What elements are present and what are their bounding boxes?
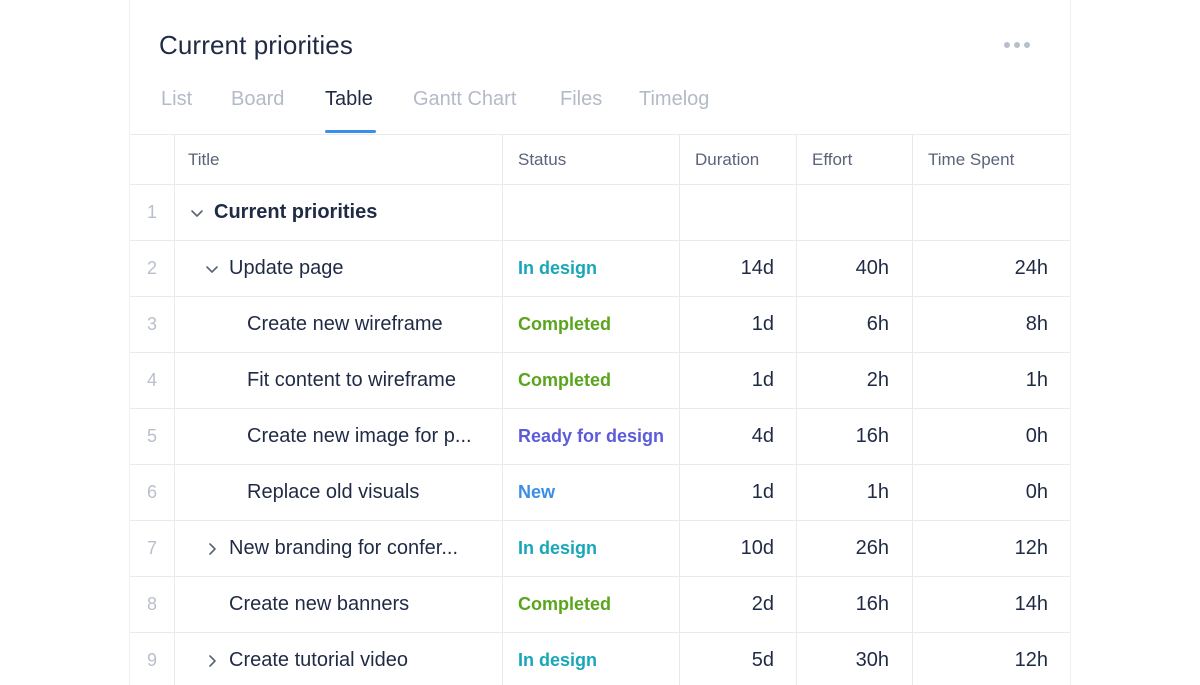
more-horizontal-icon [1024,42,1030,48]
time-spent-value[interactable] [913,185,1070,240]
column-header-time-spent[interactable]: Time Spent [913,135,1070,184]
status-badge[interactable]: In design [503,521,680,576]
more-horizontal-icon [1014,42,1020,48]
task-title-cell[interactable]: Create new banners [175,577,503,632]
task-title: Current priorities [214,201,378,223]
task-title-cell[interactable]: Update page [175,241,503,296]
column-header-duration[interactable]: Duration [680,135,797,184]
effort-value[interactable]: 1h [797,465,913,520]
status-badge[interactable] [503,185,680,240]
time-spent-value[interactable]: 14h [913,577,1070,632]
task-title-cell[interactable]: Create new image for p... [175,409,503,464]
column-header-effort[interactable]: Effort [797,135,913,184]
table-row[interactable]: 5 Create new image for p... Ready for desi… [130,409,1070,465]
tab-table[interactable]: Table [325,88,373,111]
page-title: Current priorities [159,30,353,60]
task-title: Fit content to wireframe [247,369,456,391]
effort-value[interactable]: 16h [797,409,913,464]
table-row[interactable]: 9 Create tutorial video In design 5d 30h 12h [130,633,1070,685]
more-horizontal-icon [1004,42,1010,48]
time-spent-value[interactable]: 1h [913,353,1070,408]
effort-value[interactable] [797,185,913,240]
duration-value[interactable]: 14d [680,241,797,296]
row-number: 6 [130,465,175,520]
duration-value[interactable]: 4d [680,409,797,464]
more-options-button[interactable] [1004,38,1030,52]
duration-value[interactable]: 1d [680,297,797,352]
chevron-down-icon[interactable] [203,260,221,278]
task-title-cell[interactable]: New branding for confer... [175,521,503,576]
effort-value[interactable]: 40h [797,241,913,296]
task-title-cell[interactable]: Fit content to wireframe [175,353,503,408]
task-title: Replace old visuals [247,481,420,503]
status-badge[interactable]: Ready for design [503,409,680,464]
effort-value[interactable]: 6h [797,297,913,352]
effort-value[interactable]: 16h [797,577,913,632]
table-header-row: Title Status Duration Effort Time Spent [130,135,1070,185]
column-header-title[interactable]: Title [175,135,503,184]
row-number: 8 [130,577,175,632]
table-row[interactable]: 4 Fit content to wireframe Completed 1d 2h 1h [130,353,1070,409]
time-spent-value[interactable]: 12h [913,633,1070,685]
task-title-cell[interactable]: Create tutorial video [175,633,503,685]
table-row[interactable]: 6 Replace old visuals New 1d 1h 0h [130,465,1070,521]
duration-value[interactable]: 2d [680,577,797,632]
active-tab-indicator [325,130,376,133]
task-title-cell[interactable]: Replace old visuals [175,465,503,520]
tab-gantt-chart[interactable]: Gantt Chart [413,88,516,111]
row-number: 4 [130,353,175,408]
table-row[interactable]: 7 New branding for confer... In design 10d 2… [130,521,1070,577]
row-number-header [130,135,175,184]
effort-value[interactable]: 26h [797,521,913,576]
row-number: 1 [130,185,175,240]
duration-value[interactable] [680,185,797,240]
task-title: New branding for confer... [229,537,459,559]
duration-value[interactable]: 10d [680,521,797,576]
status-badge[interactable]: Completed [503,353,680,408]
chevron-right-icon[interactable] [203,540,221,558]
time-spent-value[interactable]: 12h [913,521,1070,576]
table-row[interactable]: 2 Update page In design 14d 40h 24h [130,241,1070,297]
task-title: Create tutorial video [229,649,408,671]
view-tabs: List Board Table Gantt Chart Files Timel… [130,84,1070,134]
duration-value[interactable]: 1d [680,353,797,408]
task-title: Update page [229,257,344,279]
status-badge[interactable]: Completed [503,297,680,352]
table-row[interactable]: 3 Create new wireframe Completed 1d 6h 8h [130,297,1070,353]
chevron-right-icon[interactable] [203,652,221,670]
duration-value[interactable]: 5d [680,633,797,685]
task-table: Title Status Duration Effort Time Spent … [130,134,1070,685]
tab-board[interactable]: Board [231,88,284,111]
time-spent-value[interactable]: 0h [913,409,1070,464]
tab-timelog[interactable]: Timelog [639,88,709,111]
tab-files[interactable]: Files [560,88,602,111]
task-title: Create new banners [229,593,410,615]
time-spent-value[interactable]: 8h [913,297,1070,352]
time-spent-value[interactable]: 24h [913,241,1070,296]
task-title-cell[interactable]: Current priorities [175,185,503,240]
effort-value[interactable]: 30h [797,633,913,685]
table-row[interactable]: 1 Current priorities [130,185,1070,241]
task-title: Create new wireframe [247,313,443,335]
column-header-status[interactable]: Status [503,135,680,184]
row-number: 3 [130,297,175,352]
effort-value[interactable]: 2h [797,353,913,408]
status-badge[interactable]: Completed [503,577,680,632]
duration-value[interactable]: 1d [680,465,797,520]
project-panel: Current priorities List Board Table Gant… [129,0,1071,685]
time-spent-value[interactable]: 0h [913,465,1070,520]
status-badge[interactable]: In design [503,633,680,685]
row-number: 5 [130,409,175,464]
row-number: 7 [130,521,175,576]
status-badge[interactable]: New [503,465,680,520]
status-badge[interactable]: In design [503,241,680,296]
task-title: Create new image for p... [247,425,472,447]
chevron-down-icon[interactable] [188,204,206,222]
tab-list[interactable]: List [161,88,192,111]
row-number: 2 [130,241,175,296]
row-number: 9 [130,633,175,685]
table-row[interactable]: 8 Create new banners Completed 2d 16h 14h [130,577,1070,633]
task-title-cell[interactable]: Create new wireframe [175,297,503,352]
